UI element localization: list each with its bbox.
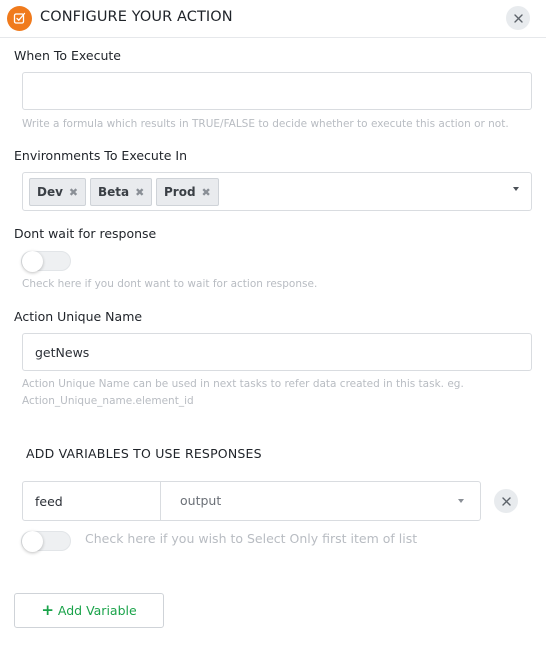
chip-label: Dev <box>37 185 63 199</box>
chip-label: Beta <box>98 185 130 199</box>
dropdown-caret-icon <box>513 187 519 191</box>
toggle-knob <box>22 251 43 272</box>
dialog-header: CONFIGURE YOUR ACTION <box>0 0 546 38</box>
first-item-toggle[interactable] <box>21 531 71 552</box>
toggle-knob <box>22 531 43 552</box>
unique-name-input[interactable] <box>22 333 532 371</box>
variable-name-input[interactable] <box>23 482 161 520</box>
dropdown-caret-icon <box>458 499 464 503</box>
unique-name-help-example: Action_Unique_name.element_id <box>22 395 194 407</box>
when-to-execute-input[interactable] <box>22 72 532 110</box>
add-variable-button[interactable]: + Add Variable <box>14 593 164 628</box>
close-icon <box>501 496 511 506</box>
environment-chip-dev: Dev ✖ <box>29 178 87 206</box>
environment-chip-prod: Prod ✖ <box>156 178 219 206</box>
dont-wait-toggle[interactable] <box>21 251 71 272</box>
variable-source-value: output <box>180 493 222 508</box>
dont-wait-help: Check here if you dont want to wait for … <box>22 278 318 290</box>
variable-source-select[interactable]: output <box>162 482 480 520</box>
environments-select[interactable]: Dev ✖ Beta ✖ Prod ✖ <box>22 172 532 211</box>
add-variable-label: Add Variable <box>57 603 137 618</box>
remove-chip-icon[interactable]: ✖ <box>202 186 211 199</box>
when-to-execute-label: When To Execute <box>14 48 121 63</box>
chip-label: Prod <box>164 185 196 199</box>
plus-icon: + <box>41 601 54 619</box>
remove-chip-icon[interactable]: ✖ <box>69 186 78 199</box>
environment-chip-beta: Beta ✖ <box>90 178 153 206</box>
variables-section-title: ADD VARIABLES TO USE RESPONSES <box>26 446 262 461</box>
close-icon <box>513 13 523 23</box>
dialog-title: CONFIGURE YOUR ACTION <box>40 9 233 25</box>
edit-checkbox-icon <box>7 6 32 31</box>
variable-row: output <box>22 481 481 521</box>
environments-label: Environments To Execute In <box>14 148 188 163</box>
remove-chip-icon[interactable]: ✖ <box>135 186 144 199</box>
unique-name-label: Action Unique Name <box>14 309 143 324</box>
dont-wait-label: Dont wait for response <box>14 226 157 241</box>
remove-variable-button[interactable] <box>494 489 518 513</box>
unique-name-help: Action Unique Name can be used in next t… <box>22 378 464 390</box>
first-item-help: Check here if you wish to Select Only fi… <box>85 531 418 546</box>
close-button[interactable] <box>506 6 530 30</box>
when-to-execute-help: Write a formula which results in TRUE/FA… <box>22 118 509 130</box>
